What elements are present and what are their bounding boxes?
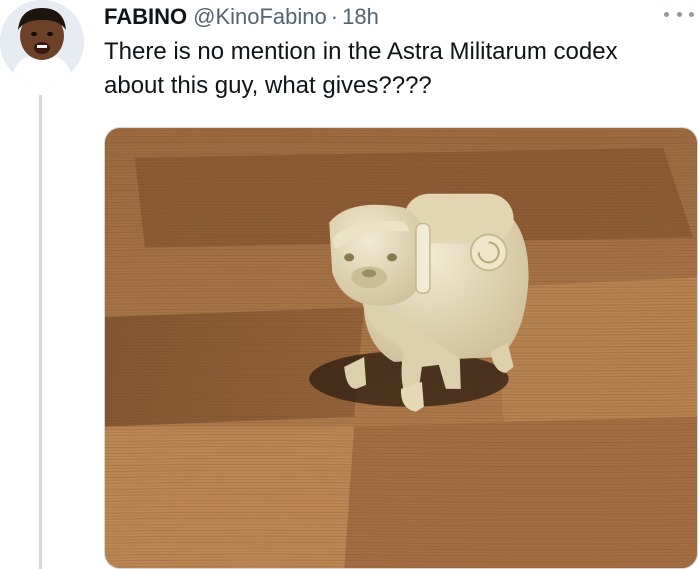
tweet-text: There is no mention in the Astra Militar… — [104, 38, 618, 99]
author-name[interactable]: FABINO — [104, 3, 187, 31]
tweet-media-image[interactable] — [104, 127, 698, 569]
author-handle[interactable]: @KinoFabino — [193, 3, 327, 31]
more-dot — [664, 11, 669, 17]
separator-dot: · — [330, 4, 339, 29]
more-options-icon[interactable] — [664, 6, 694, 22]
thread-line — [39, 95, 42, 569]
avatar[interactable] — [0, 0, 84, 84]
user-avatar-icon — [0, 0, 84, 84]
tweet-header: FABINO @KinoFabino · 18h — [104, 3, 379, 31]
timestamp[interactable]: 18h — [342, 3, 379, 31]
more-dot — [676, 11, 682, 17]
miniature-photo — [105, 128, 697, 568]
more-dot — [689, 11, 694, 17]
